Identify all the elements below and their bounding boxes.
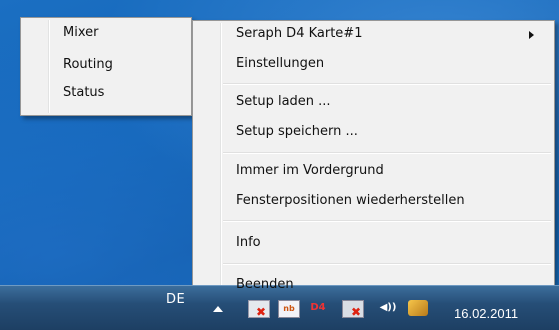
menu-item-seraph-d4-karte[interactable]: Seraph D4 Karte#1 xyxy=(196,22,552,46)
menu-item-setup-laden[interactable]: Setup laden ... xyxy=(236,91,546,113)
menu-item-label: Setup laden ... xyxy=(236,94,331,109)
submenu-item-mixer[interactable]: Mixer xyxy=(63,22,183,44)
app-icon[interactable] xyxy=(408,300,428,316)
submenu-item-status[interactable]: Status xyxy=(63,82,183,104)
audio-app-icon[interactable]: nb xyxy=(278,300,300,318)
menu-item-setup-speichern[interactable]: Setup speichern ... xyxy=(236,121,546,143)
d4-tray-icon[interactable]: D4 xyxy=(308,300,328,316)
context-menu: Seraph D4 Karte#1 Einstellungen Setup la… xyxy=(192,20,555,304)
menu-item-einstellungen[interactable]: Einstellungen xyxy=(236,53,546,75)
menu-item-label: Setup speichern ... xyxy=(236,124,358,139)
menu-item-immer-im-vordergrund[interactable]: Immer im Vordergrund xyxy=(236,160,546,182)
show-hidden-icons-icon[interactable] xyxy=(213,306,223,312)
menu-separator xyxy=(223,83,551,85)
menu-item-label: Immer im Vordergrund xyxy=(236,163,384,178)
network-disconnected-icon-2[interactable] xyxy=(342,300,364,320)
language-indicator[interactable]: DE xyxy=(166,292,185,307)
submenu: Mixer Routing Status xyxy=(20,17,192,116)
submenu-item-routing[interactable]: Routing xyxy=(63,54,183,76)
menu-item-info[interactable]: Info xyxy=(236,232,546,254)
menu-item-label: Info xyxy=(236,235,261,250)
submenu-item-label: Status xyxy=(63,85,105,100)
menu-item-label: Einstellungen xyxy=(236,56,325,71)
menu-separator xyxy=(223,152,551,154)
volume-icon[interactable]: ◀)) xyxy=(378,300,398,316)
menu-separator xyxy=(223,220,551,222)
chevron-right-icon xyxy=(529,31,534,39)
network-disconnected-icon[interactable] xyxy=(248,300,270,320)
menu-item-label: Beenden xyxy=(236,277,294,292)
menu-item-fensterpositionen[interactable]: Fensterpositionen wiederherstellen xyxy=(236,190,546,212)
menu-separator xyxy=(223,263,551,265)
submenu-item-label: Mixer xyxy=(63,25,99,40)
menu-item-label: Seraph D4 Karte#1 xyxy=(236,26,363,41)
menu-item-label: Fensterpositionen wiederherstellen xyxy=(236,193,465,208)
clock-date[interactable]: 16.02.2011 xyxy=(454,306,518,321)
submenu-item-label: Routing xyxy=(63,57,113,72)
